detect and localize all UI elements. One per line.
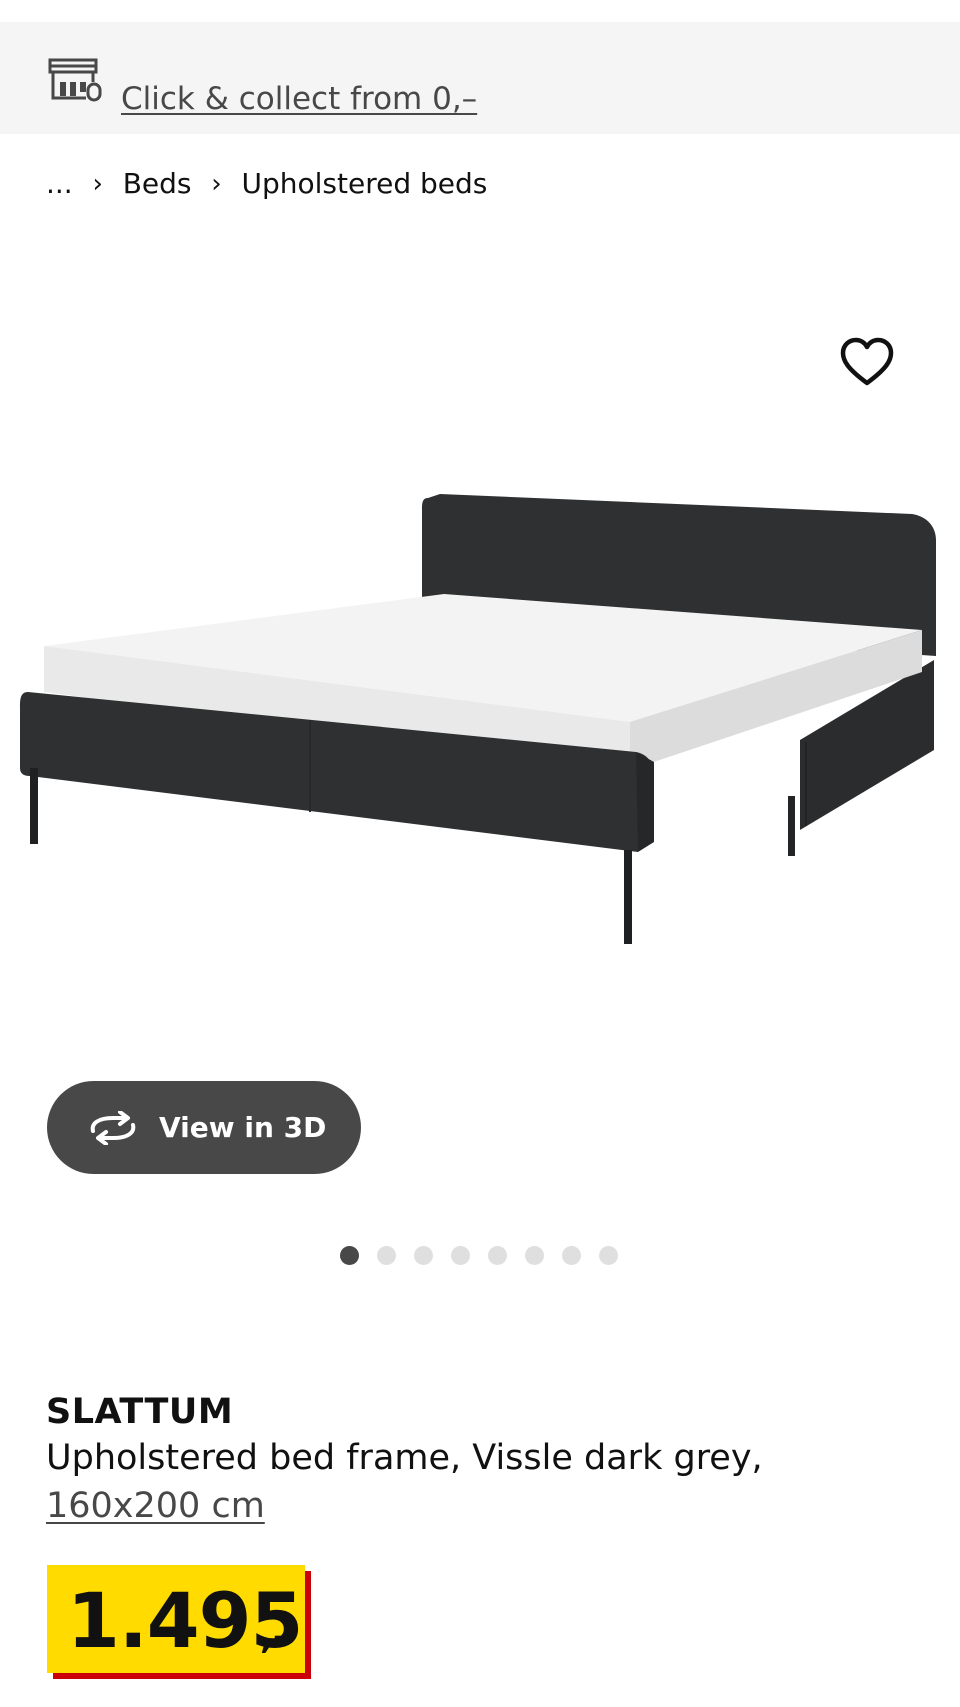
carousel-dot-6[interactable] bbox=[525, 1246, 544, 1265]
carousel-dot-5[interactable] bbox=[488, 1246, 507, 1265]
product-gallery: View in 3D bbox=[0, 240, 960, 1360]
product-name: SLATTUM bbox=[46, 1392, 234, 1432]
carousel-dot-2[interactable] bbox=[377, 1246, 396, 1265]
chevron-right-icon: › bbox=[92, 169, 103, 199]
click-collect-link[interactable]: Click & collect from 0,– bbox=[121, 77, 477, 121]
breadcrumb-beds[interactable]: Beds bbox=[123, 162, 192, 206]
price-tag: 1.495 ,- bbox=[47, 1565, 305, 1673]
breadcrumb-upholstered-beds[interactable]: Upholstered beds bbox=[242, 162, 488, 206]
carousel-dot-1[interactable] bbox=[340, 1246, 359, 1265]
store-collect-icon bbox=[48, 58, 102, 102]
carousel-dot-8[interactable] bbox=[599, 1246, 618, 1265]
product-size-link[interactable]: 160x200 cm bbox=[46, 1482, 265, 1530]
rotate-3d-icon bbox=[90, 1110, 136, 1145]
view-in-3d-label: View in 3D bbox=[159, 1111, 327, 1144]
price-suffix: ,- bbox=[260, 1617, 288, 1657]
product-image[interactable] bbox=[0, 470, 960, 990]
view-in-3d-button[interactable]: View in 3D bbox=[47, 1081, 361, 1174]
carousel-dots bbox=[340, 1246, 618, 1265]
heart-icon bbox=[840, 337, 894, 386]
carousel-dot-7[interactable] bbox=[562, 1246, 581, 1265]
carousel-dot-3[interactable] bbox=[414, 1246, 433, 1265]
chevron-right-icon: › bbox=[211, 169, 222, 199]
product-description: Upholstered bed frame, Vissle dark grey, bbox=[46, 1438, 763, 1478]
favourite-button[interactable] bbox=[836, 332, 898, 394]
click-collect-banner: Click & collect from 0,– bbox=[0, 22, 960, 134]
breadcrumb-ellipsis[interactable]: ... bbox=[46, 162, 73, 206]
carousel-dot-4[interactable] bbox=[451, 1246, 470, 1265]
breadcrumb: ... › Beds › Upholstered beds bbox=[46, 162, 487, 206]
